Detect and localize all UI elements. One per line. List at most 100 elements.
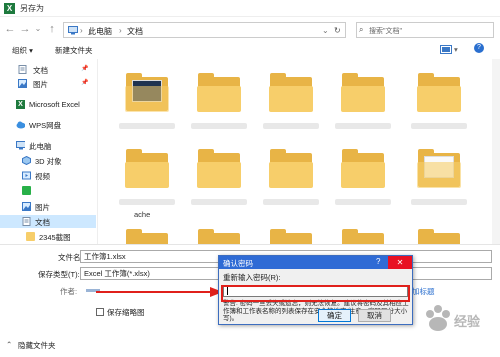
back-arrow-icon[interactable]: ← — [3, 22, 17, 36]
vertical-scrollbar[interactable] — [492, 59, 500, 244]
excel-icon: X — [16, 100, 25, 109]
sidebar-item-pictures[interactable]: 图片 📌 — [0, 77, 96, 90]
computer-icon — [16, 141, 25, 150]
sidebar-item-label: 图片 — [35, 203, 50, 212]
dialog-title-bar: 确认密码 ? ✕ — [219, 256, 412, 269]
file-list: ache — [98, 59, 492, 244]
folder-item[interactable] — [340, 149, 386, 189]
organize-button[interactable]: 组织 ▾ — [12, 45, 33, 56]
folder-item[interactable] — [268, 73, 314, 113]
sidebar-item-label: 文档 — [33, 66, 48, 75]
search-input[interactable]: ⌕ 搜索"文档" — [356, 22, 494, 38]
breadcrumb-documents[interactable]: 文档 — [127, 26, 143, 37]
file-name-blurred — [335, 123, 391, 129]
watermark-logo: 经验 — [426, 305, 481, 331]
sidebar-item-documents[interactable]: 文档 — [0, 215, 96, 228]
sidebar-item-label: 文档 — [35, 218, 50, 227]
up-arrow-icon[interactable]: ↑ — [45, 22, 59, 36]
sidebar-item-pictures[interactable]: 图片 — [0, 200, 96, 213]
ok-button[interactable]: 确定 — [318, 309, 351, 322]
annotation-highlight-box — [221, 285, 410, 302]
file-name-blurred — [191, 199, 247, 205]
help-icon[interactable]: ? — [376, 257, 380, 266]
cube-icon — [22, 156, 31, 165]
folder-item[interactable] — [340, 73, 386, 113]
picture-icon — [18, 79, 27, 88]
folder-item[interactable] — [196, 229, 242, 244]
folder-item[interactable] — [196, 73, 242, 113]
sidebar-item-3d-objects[interactable]: 3D 对象 — [0, 154, 96, 167]
sidebar-item-label: 3D 对象 — [35, 157, 62, 166]
folder-item[interactable] — [268, 229, 314, 244]
address-bar[interactable]: › 此电脑 › 文档 ⌄ ↻ — [63, 22, 346, 38]
folder-item[interactable] — [124, 149, 170, 189]
sidebar-item-2345-screenshots[interactable]: 2345截图 — [0, 230, 96, 243]
folder-item[interactable] — [416, 73, 462, 113]
file-name: ache — [134, 210, 151, 219]
sidebar-item-microsoft-excel[interactable]: X Microsoft Excel — [0, 98, 96, 111]
folder-item[interactable] — [416, 149, 462, 189]
folder-item[interactable] — [124, 73, 170, 113]
folder-item[interactable] — [196, 149, 242, 189]
sidebar-item-label: 图片 — [33, 80, 48, 89]
folder-item[interactable] — [340, 229, 386, 244]
document-icon — [22, 217, 31, 226]
sidebar-item-app[interactable] — [0, 184, 96, 197]
new-folder-button[interactable]: 新建文件夹 — [55, 45, 93, 56]
thumbnail-checkbox[interactable] — [96, 308, 104, 316]
chevron-down-icon[interactable]: ⌄ — [322, 26, 329, 35]
folder-icon — [26, 232, 35, 241]
navigation-pane: 文档 📌 图片 📌 X Microsoft Excel WPS网盘 此电脑 3D… — [0, 59, 98, 244]
sidebar-item-documents[interactable]: 文档 📌 — [0, 63, 96, 76]
annotation-arrow — [96, 287, 223, 297]
video-icon — [22, 171, 31, 180]
search-icon: ⌕ — [359, 25, 364, 34]
file-name-blurred — [119, 123, 175, 129]
help-icon[interactable]: ? — [474, 43, 484, 53]
add-tag-link[interactable]: 加标题 — [412, 286, 435, 297]
forward-arrow-icon[interactable]: → — [18, 22, 32, 36]
file-name-blurred — [119, 199, 175, 205]
pin-icon[interactable]: 📌 — [81, 65, 88, 72]
folder-item[interactable] — [268, 149, 314, 189]
window-title: 另存为 — [20, 4, 44, 13]
file-name-blurred — [191, 123, 247, 129]
author-label: 作者: — [60, 287, 78, 296]
sidebar-item-label: 视频 — [35, 172, 50, 181]
folder-item[interactable] — [416, 229, 462, 244]
file-name-blurred — [263, 199, 319, 205]
breadcrumb-this-pc[interactable]: 此电脑 — [88, 26, 112, 37]
address-row: ← → ⌄ ↑ › 此电脑 › 文档 ⌄ ↻ ⌕ 搜索"文档" — [0, 17, 500, 41]
hide-folders-toggle[interactable]: 隐藏文件夹 — [18, 340, 56, 351]
view-options-icon[interactable] — [440, 45, 452, 54]
title-bar: X 另存为 — [0, 0, 500, 17]
sidebar-item-label: WPS网盘 — [29, 121, 62, 130]
cloud-icon — [16, 121, 25, 129]
sidebar-item-label: 此电脑 — [29, 142, 52, 151]
chevron-up-icon[interactable]: ⌃ — [6, 340, 12, 349]
folder-item[interactable] — [124, 229, 170, 244]
search-placeholder: 搜索"文档" — [369, 28, 402, 35]
file-name-blurred — [335, 199, 391, 205]
sidebar-item-this-pc[interactable]: 此电脑 — [0, 139, 96, 152]
sidebar-item-label: Microsoft Excel — [29, 100, 80, 109]
picture-icon — [22, 202, 31, 211]
file-name-blurred — [411, 123, 467, 129]
refresh-icon[interactable]: ↻ — [334, 26, 341, 35]
document-icon — [18, 65, 27, 74]
cancel-button[interactable]: 取消 — [358, 309, 391, 322]
reenter-password-label: 重新输入密码(R): — [223, 273, 281, 282]
address-separator: › — [80, 26, 83, 35]
excel-icon: X — [4, 3, 15, 14]
pin-icon[interactable]: 📌 — [81, 79, 88, 86]
filetype-label: 保存类型(T): — [38, 270, 80, 279]
chevron-down-icon[interactable]: ⌄ — [31, 22, 45, 36]
sidebar-item-videos[interactable]: 视频 — [0, 169, 96, 182]
address-separator: › — [119, 26, 122, 35]
close-icon[interactable]: ✕ — [388, 256, 412, 269]
dialog-title: 确认密码 — [223, 259, 253, 268]
sidebar-item-wps-drive[interactable]: WPS网盘 — [0, 118, 96, 131]
svg-text:经验: 经验 — [454, 314, 481, 330]
app-icon — [22, 186, 31, 195]
chevron-down-icon[interactable]: ▾ — [454, 45, 458, 54]
